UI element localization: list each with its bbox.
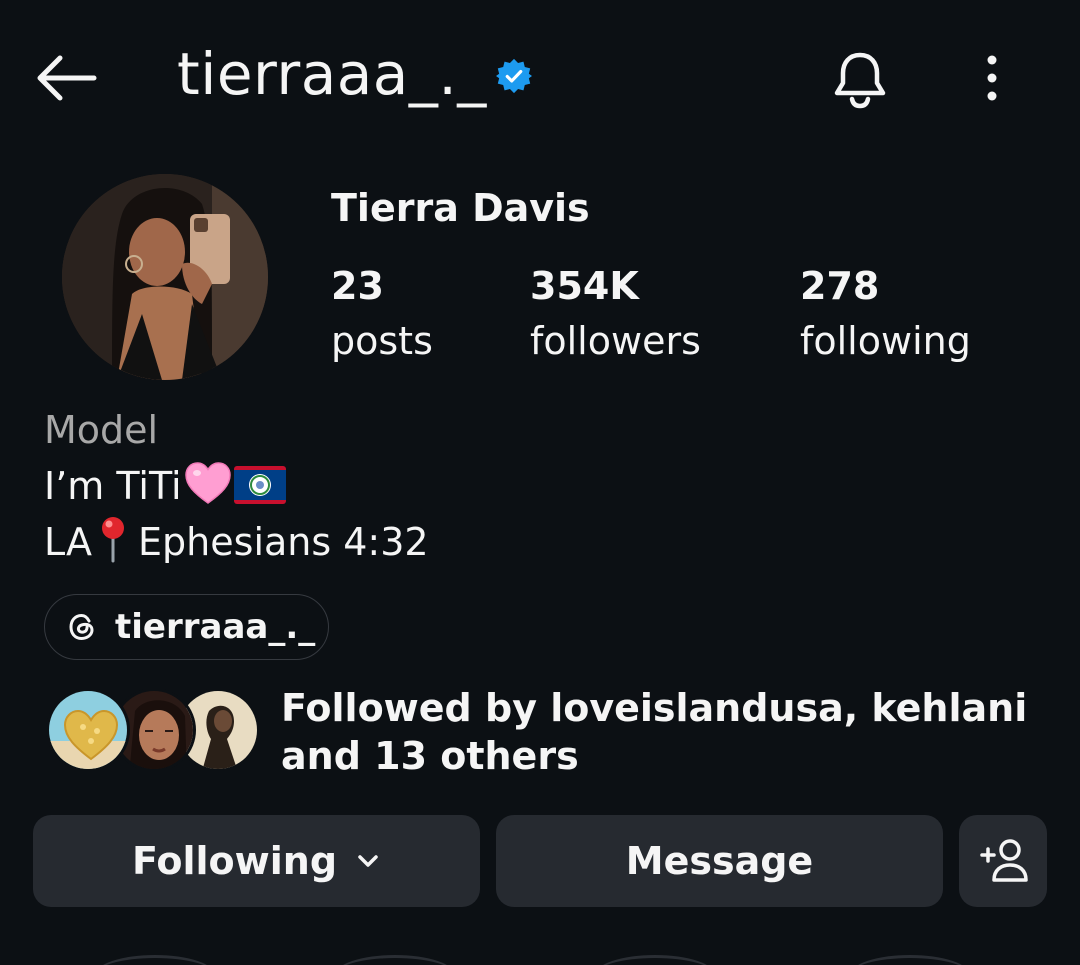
back-button[interactable] [30,44,102,112]
following-count: 278 [800,264,880,308]
pink-heart-icon [184,462,231,504]
followed-by-text[interactable]: Followed by loveislandusa, kehlani and 1… [281,684,1041,780]
threads-link[interactable]: tierraaa_._ [44,594,329,660]
highlight-circle-partial [850,955,970,965]
arrow-left-icon [37,55,97,101]
add-person-icon [980,839,1028,882]
belize-flag-icon [233,466,286,504]
bio-line-2-prefix: LA [44,520,93,564]
bio: Model I’m TiTi LA Ephesians 4:32 [44,402,429,570]
mutual-followers-avatars[interactable] [46,688,260,774]
following-button[interactable]: Following [33,815,480,907]
mutual-avatar-1 [46,688,130,772]
highlight-circle-partial [335,955,455,965]
highlight-circle-partial [95,955,215,965]
notifications-button[interactable] [826,44,894,114]
message-button[interactable]: Message [496,815,943,907]
posts-count: 23 [331,264,384,308]
message-button-label: Message [625,839,814,883]
posts-label: posts [331,319,433,363]
bio-line-2: LA Ephesians 4:32 [44,514,429,570]
following-button-label: Following [131,839,338,883]
posts-stat[interactable]: 23 posts [331,262,433,372]
bell-icon [834,52,886,109]
bio-line-1: I’m TiTi [44,458,429,514]
more-vertical-icon [987,55,997,101]
bio-category: Model [44,408,159,452]
following-label: following [800,319,971,363]
followers-count: 354K [530,264,639,308]
profile-avatar[interactable] [62,174,268,380]
highlight-circle-partial [595,955,715,965]
threads-icon [69,613,94,641]
profile-username: tierraaa_._ [177,40,487,108]
add-user-button[interactable] [959,815,1047,907]
chevron-down-icon [358,855,378,867]
verified-badge-icon [496,58,532,94]
bio-line-2-suffix: Ephesians 4:32 [138,520,429,564]
profile-page: tierraaa_._ Tierra Davis 23 posts 354K f… [0,0,1080,965]
followers-label: followers [530,319,701,363]
threads-link-label: tierraaa_._ [115,607,316,647]
round-pushpin-icon [102,517,125,563]
more-options-button[interactable] [968,48,1016,108]
bio-line-1-text: I’m TiTi [44,464,182,508]
followers-stat[interactable]: 354K followers [530,262,701,372]
following-stat[interactable]: 278 following [800,262,971,372]
display-name: Tierra Davis [331,186,590,230]
